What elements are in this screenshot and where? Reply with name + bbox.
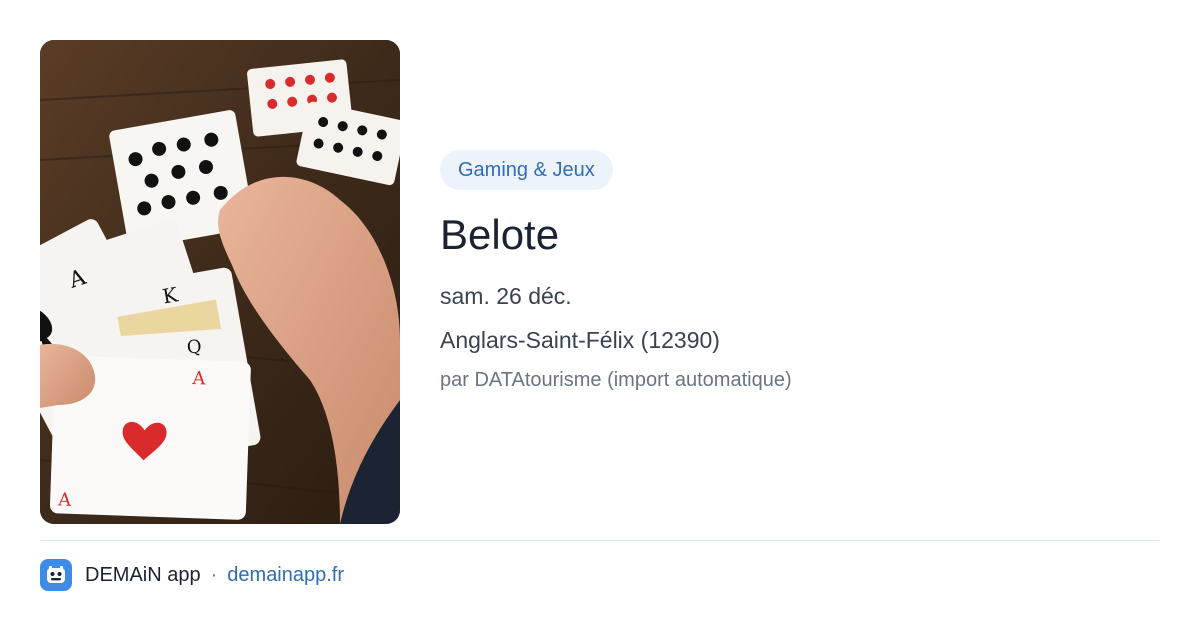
footer-separator: · [210, 563, 218, 586]
category-tag[interactable]: Gaming & Jeux [440, 150, 613, 190]
event-location: Anglars-Saint-Félix (12390) [440, 327, 720, 353]
site-link[interactable]: demainapp.fr [227, 564, 344, 587]
share-card: A K Q A A Gaming & Jeux Belote sam. 26 d… [0, 0, 1200, 630]
svg-text:A: A [57, 489, 73, 511]
event-source: par DATAtourisme (import automatique) [440, 369, 792, 391]
demain-app-logo-icon[interactable] [40, 559, 72, 591]
event-photo: A K Q A A [40, 40, 400, 524]
svg-text:Q: Q [186, 336, 202, 358]
app-name[interactable]: DEMAiN app [85, 564, 201, 587]
svg-text:A: A [191, 368, 207, 390]
event-info: Gaming & Jeux Belote sam. 26 déc. Anglar… [440, 150, 1160, 394]
event-date: sam. 26 déc. [440, 283, 572, 309]
event-title[interactable]: Belote [440, 210, 1160, 260]
footer: DEMAiN app · demainapp.fr [40, 558, 344, 592]
footer-divider [40, 540, 1160, 541]
